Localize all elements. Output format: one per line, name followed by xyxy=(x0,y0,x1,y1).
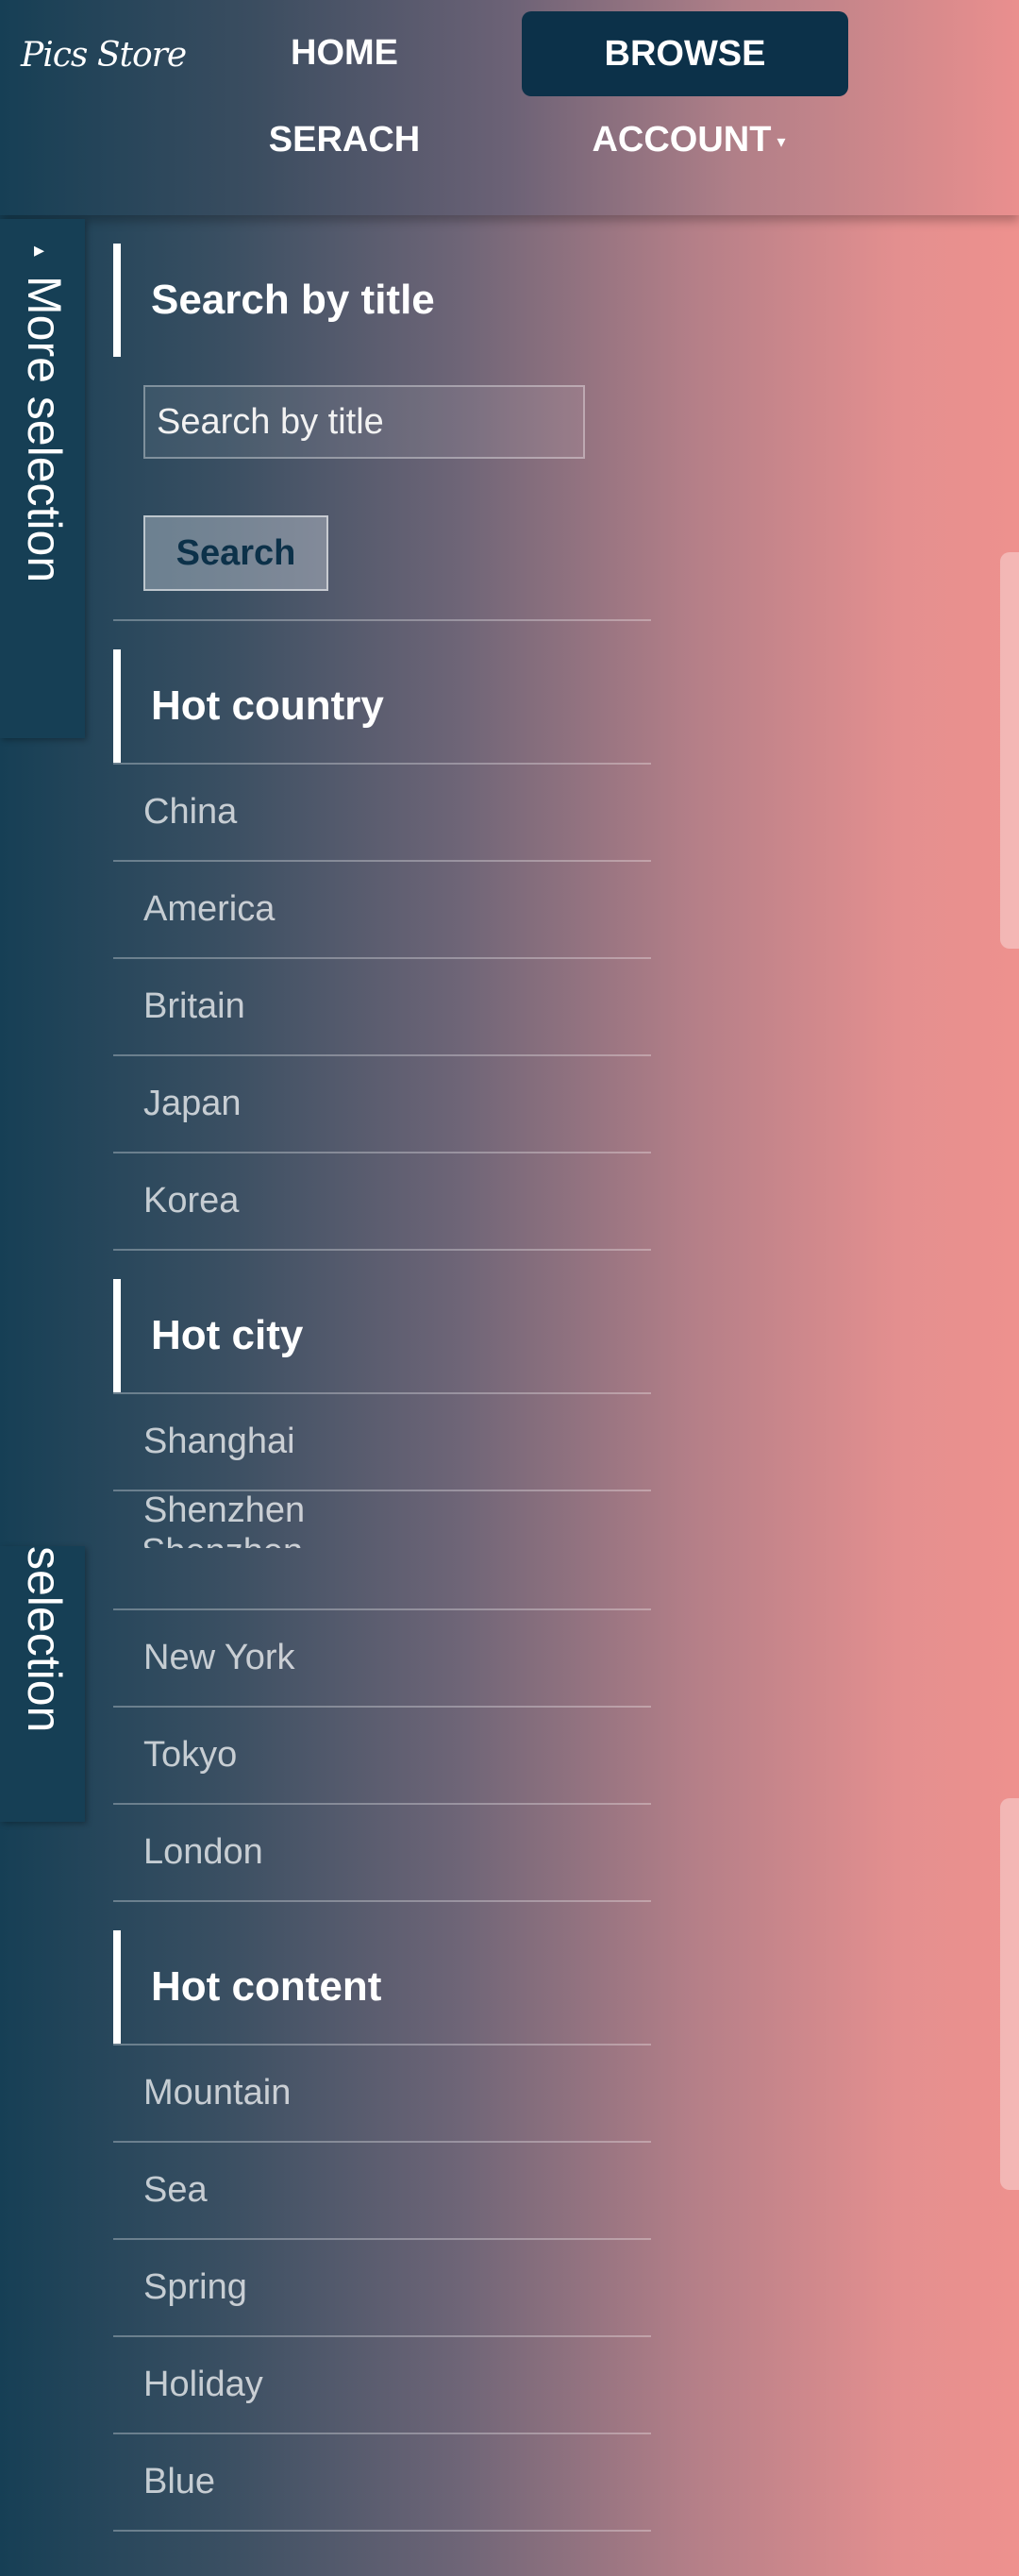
country-item[interactable]: America xyxy=(113,862,651,959)
top-navigation: Pics Store HOME BROWSE SERACH ACCOUNT ▾ xyxy=(0,0,1019,215)
nav-search-link[interactable]: SERACH xyxy=(250,115,439,164)
scroll-handle[interactable] xyxy=(1000,552,1019,949)
caret-down-icon: ▾ xyxy=(777,131,786,151)
search-by-title-heading: Search by title xyxy=(113,244,651,357)
city-item[interactable]: Tokyo xyxy=(113,1708,651,1805)
more-selection-label-partial: selection xyxy=(18,1546,71,1733)
search-button[interactable]: Search xyxy=(143,515,328,591)
nav-browse-link[interactable]: BROWSE xyxy=(522,11,848,96)
country-item[interactable]: Japan xyxy=(113,1056,651,1153)
nav-account-dropdown[interactable]: ACCOUNT ▾ xyxy=(566,115,811,166)
content-item[interactable]: Spring xyxy=(113,2240,651,2337)
country-item[interactable]: China xyxy=(113,765,651,862)
content-item[interactable]: Sea xyxy=(113,2143,651,2240)
hot-content-heading: Hot content xyxy=(113,1930,651,2044)
hot-country-heading: Hot country xyxy=(113,649,651,763)
expand-arrow-icon: ▸ xyxy=(34,238,45,261)
store-logo[interactable]: Pics Store xyxy=(21,36,187,75)
country-item[interactable]: Korea xyxy=(113,1153,651,1251)
overlapping-city-label: Shenzhen xyxy=(142,1527,303,1548)
scroll-handle[interactable] xyxy=(1000,1798,1019,2190)
more-selection-tab[interactable]: ▸ More selection xyxy=(0,219,85,738)
city-item[interactable]: London xyxy=(113,1805,651,1902)
city-item[interactable]: New York xyxy=(113,1610,651,1708)
content-item[interactable]: Blue xyxy=(113,2434,651,2532)
country-item[interactable]: Britain xyxy=(113,959,651,1056)
content-item[interactable]: Mountain xyxy=(113,2046,651,2143)
more-selection-tab-duplicate[interactable]: selection xyxy=(0,1546,85,1822)
content-item[interactable]: Holiday xyxy=(113,2337,651,2434)
filter-panel: Search by title Search Hot country China… xyxy=(113,244,651,2532)
hot-city-heading: Hot city xyxy=(113,1279,651,1392)
nav-account-label: ACCOUNT xyxy=(592,120,772,160)
nav-home-link[interactable]: HOME xyxy=(250,28,439,77)
city-item[interactable]: Shenzhen xyxy=(113,1491,651,1610)
city-item[interactable]: Shanghai xyxy=(113,1394,651,1491)
more-selection-label: More selection xyxy=(18,276,71,583)
search-title-input[interactable] xyxy=(143,385,585,459)
